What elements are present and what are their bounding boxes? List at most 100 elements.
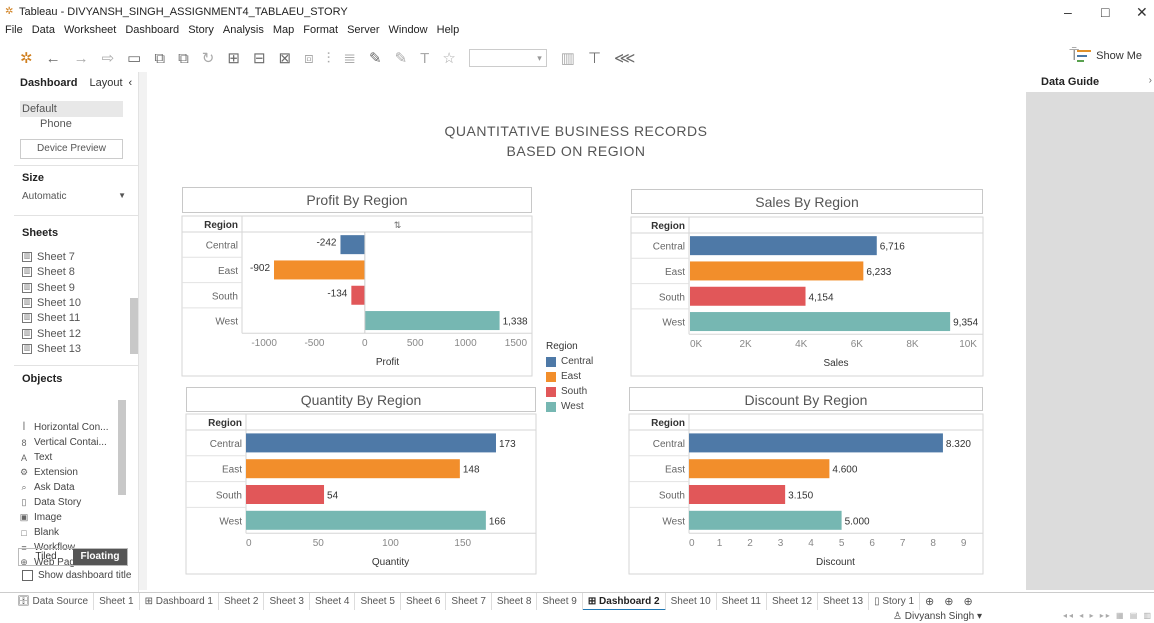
sheet-tab[interactable]: ▯ Story 1: [869, 592, 921, 611]
group-icon[interactable]: ⧈: [304, 50, 314, 67]
sheets-scrollbar[interactable]: [130, 298, 138, 354]
device-preview-button[interactable]: Device Preview: [20, 139, 123, 159]
fit-dropdown[interactable]: ▾: [468, 49, 547, 67]
chevron-right-icon[interactable]: ›: [1149, 75, 1152, 86]
bar-central[interactable]: [690, 236, 877, 256]
fit-icon[interactable]: ☆: [442, 49, 455, 67]
menu-dashboard[interactable]: Dashboard: [125, 24, 179, 40]
sheet-tab[interactable]: Sheet 6: [401, 592, 447, 611]
menu-help[interactable]: Help: [437, 24, 460, 40]
region-legend[interactable]: Region Central East South West: [546, 341, 593, 414]
legend-item[interactable]: Central: [546, 354, 593, 369]
save-icon[interactable]: ▭: [127, 49, 141, 67]
bar-south[interactable]: [351, 285, 365, 305]
bar-west[interactable]: [690, 312, 951, 332]
object-list-item[interactable]: A Text: [18, 452, 52, 463]
legend-item[interactable]: South: [546, 384, 593, 399]
size-select[interactable]: Automatic ▼: [22, 191, 126, 202]
sheet-tab[interactable]: Sheet 2: [219, 592, 265, 611]
sheet-tab[interactable]: Sheet 3: [264, 592, 310, 611]
collapse-panel-icon[interactable]: ‹: [129, 77, 133, 89]
sheet-list-item[interactable]: ▥ Sheet 9: [22, 282, 75, 294]
tiled-button[interactable]: Tiled: [19, 549, 73, 565]
bar-south[interactable]: [689, 485, 786, 504]
new-story-icon[interactable]: ⊕: [963, 595, 972, 608]
forward-icon[interactable]: →: [74, 50, 89, 67]
share-icon[interactable]: ⋘: [614, 49, 635, 67]
sheet-tab[interactable]: 🗄 Data Source: [12, 592, 95, 611]
new-worksheet-icon[interactable]: ⊕: [925, 595, 934, 608]
legend-item[interactable]: West: [546, 399, 593, 414]
duplicate-sheet-icon[interactable]: ⧉: [178, 50, 189, 67]
bar-east[interactable]: [274, 260, 365, 280]
tab-layout[interactable]: Layout: [83, 75, 128, 91]
sheet-navigation-icons[interactable]: ◂◂ ◂ ▸ ▸▸ ▦ ▤ ▥: [1063, 611, 1153, 620]
swap-icon[interactable]: ⊞: [227, 49, 240, 67]
bar-east[interactable]: [689, 459, 830, 479]
sheet-tab[interactable]: Sheet 11: [717, 592, 767, 611]
object-list-item[interactable]: □ Blank: [18, 527, 59, 538]
sheet-tab[interactable]: Sheet 10: [666, 592, 717, 611]
close-button[interactable]: ✕: [1136, 4, 1148, 21]
sheet-list-item[interactable]: ▥ Sheet 12: [22, 328, 81, 340]
menu-story[interactable]: Story: [188, 24, 214, 40]
menu-map[interactable]: Map: [273, 24, 294, 40]
sheet-tab[interactable]: ⊞ Dashboard 1: [140, 592, 219, 611]
new-dashboard-icon[interactable]: ⊕: [944, 595, 953, 608]
highlight-icon[interactable]: ≣: [343, 49, 356, 67]
sheet-tab[interactable]: Sheet 9: [537, 592, 583, 611]
object-list-item[interactable]: ⚙ Extension: [18, 467, 78, 478]
sheet-tab[interactable]: Sheet 12: [767, 592, 819, 611]
menu-data[interactable]: Data: [32, 24, 55, 40]
sort-icon[interactable]: ⊟: [253, 49, 266, 67]
sheet-tab[interactable]: Sheet 1: [94, 592, 140, 611]
bar-central[interactable]: [246, 433, 496, 453]
sheet-list-item[interactable]: ▥ Sheet 13: [22, 343, 81, 355]
presentation-icon[interactable]: ▥: [561, 49, 575, 67]
menu-window[interactable]: Window: [389, 24, 428, 40]
sheet-list-item[interactable]: ▥ Sheet 8: [22, 266, 75, 278]
sort-icon[interactable]: ⇅: [394, 220, 402, 230]
text-icon[interactable]: ✎: [395, 49, 408, 67]
bar-east[interactable]: [690, 261, 864, 281]
bar-west[interactable]: [364, 311, 500, 331]
object-list-item[interactable]: ▯ Data Story: [18, 497, 82, 508]
maximize-button[interactable]: □: [1101, 4, 1109, 20]
minimize-button[interactable]: –: [1064, 4, 1072, 20]
sheet-tab[interactable]: Sheet 8: [492, 592, 538, 611]
bar-south[interactable]: [246, 485, 325, 504]
fix-axes-icon[interactable]: ✎: [369, 49, 382, 67]
sheet-tab[interactable]: Sheet 5: [355, 592, 401, 611]
menu-server[interactable]: Server: [347, 24, 379, 40]
show-title-checkbox[interactable]: Show dashboard title: [22, 570, 131, 581]
menu-format[interactable]: Format: [303, 24, 338, 40]
show-me-button[interactable]: Show Me: [1077, 50, 1142, 62]
menu-file[interactable]: File: [5, 24, 23, 40]
new-datasource-icon[interactable]: ⇨: [102, 49, 115, 67]
bar-west[interactable]: [246, 510, 486, 530]
sheet-tab[interactable]: ⊞ Dashboard 2: [582, 592, 666, 611]
bar-west[interactable]: [689, 510, 842, 530]
sheet-tab[interactable]: Sheet 13: [818, 592, 870, 611]
objects-scrollbar[interactable]: [118, 400, 126, 495]
object-list-item[interactable]: ▣ Image: [18, 512, 62, 523]
menu-worksheet[interactable]: Worksheet: [64, 24, 116, 40]
back-icon[interactable]: ←: [46, 50, 61, 67]
sheet-list-item[interactable]: ▥ Sheet 7: [22, 251, 75, 263]
user-menu[interactable]: ♙ Divyansh Singh ▾: [893, 611, 982, 622]
menu-analysis[interactable]: Analysis: [223, 24, 264, 40]
object-list-item[interactable]: ꟾ Horizontal Con...: [18, 422, 109, 433]
device-phone[interactable]: Phone: [40, 118, 72, 130]
refresh-icon[interactable]: ↻: [202, 49, 215, 67]
device-default[interactable]: Default: [20, 101, 123, 117]
bar-east[interactable]: [246, 459, 460, 479]
floating-button[interactable]: Floating: [73, 549, 127, 565]
bar-central[interactable]: [689, 433, 943, 453]
object-list-item[interactable]: 8 Vertical Contai...: [18, 437, 106, 448]
clear-icon[interactable]: ⊠: [279, 49, 292, 67]
tableau-logo-icon[interactable]: ✲: [20, 49, 33, 67]
new-sheet-icon[interactable]: ⧉: [154, 50, 165, 67]
sheet-list-item[interactable]: ▥ Sheet 11: [22, 312, 80, 324]
bar-central[interactable]: [340, 235, 365, 255]
object-list-item[interactable]: ⌕ Ask Data: [18, 482, 74, 493]
